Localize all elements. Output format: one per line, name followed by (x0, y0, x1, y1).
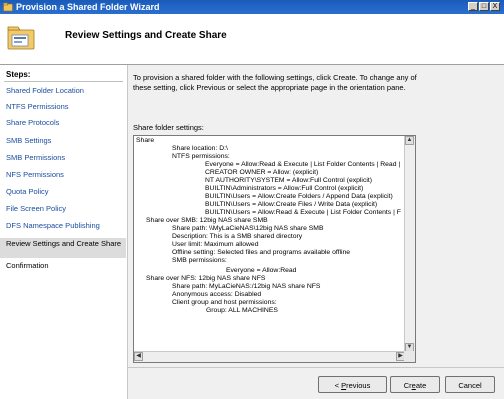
instructions-text: To provision a shared folder with the fo… (133, 73, 473, 93)
step-quota-policy[interactable]: Quota Policy (0, 187, 127, 196)
steps-pane: Steps: Shared Folder Location NTFS Permi… (0, 65, 128, 399)
cancel-button[interactable]: Cancel (445, 376, 495, 393)
settings-line: CREATOR OWNER = Allow: (explicit) (205, 169, 319, 176)
step-confirmation: Confirmation (6, 261, 49, 270)
scroll-left-arrow-icon[interactable]: ◀ (134, 352, 143, 361)
step-share-protocols[interactable]: Share Protocols (0, 118, 127, 127)
instructions-line-1: To provision a shared folder with the fo… (133, 73, 417, 82)
page-title: Review Settings and Create Share (65, 30, 227, 41)
settings-line: Everyone = Allow:Read & Execute | List F… (205, 161, 401, 168)
settings-line: Group: ALL MACHINES (206, 307, 278, 314)
settings-line: Share over NFS: 12big NAS share NFS (146, 275, 266, 282)
create-label-rest: ate (415, 381, 427, 390)
create-label-start: Cr (403, 381, 412, 390)
steps-divider (4, 81, 123, 82)
vertical-scrollbar[interactable]: ▲ ▼ (404, 136, 415, 352)
shared-folder-icon (7, 26, 35, 50)
maximize-button[interactable]: □ (479, 2, 489, 11)
scrollbar-corner (404, 351, 415, 362)
settings-line: Share location: D:\ (172, 145, 228, 152)
settings-line: NT AUTHORITY\SYSTEM = Allow:Full Control… (205, 177, 373, 184)
settings-line: Client group and host permissions: (172, 299, 277, 306)
step-shared-folder-location[interactable]: Shared Folder Location (0, 86, 127, 95)
settings-textbox[interactable]: Share Share location: D:\ NTFS permissio… (133, 135, 416, 363)
wizard-header: Review Settings and Create Share (0, 14, 504, 65)
wizard-icon (3, 2, 13, 12)
settings-line: Offline setting: Selected files and prog… (172, 249, 351, 256)
settings-line: User limit: Maximum allowed (172, 241, 259, 248)
settings-line: SMB permissions: (172, 257, 227, 264)
settings-line: BUILTIN\Users = Allow:Create Files / Wri… (205, 201, 378, 208)
close-button[interactable]: X (490, 2, 500, 11)
settings-line: Share path: MyLaCieNAS:/12big NAS share … (172, 283, 321, 290)
scroll-up-arrow-icon[interactable]: ▲ (405, 136, 414, 145)
step-smb-settings[interactable]: SMB Settings (0, 136, 127, 145)
horizontal-scrollbar[interactable]: ◀ ▶ (134, 351, 405, 362)
title-bar: Provision a Shared Folder Wizard _ □ X (0, 0, 504, 14)
minimize-button[interactable]: _ (468, 2, 478, 11)
step-dfs-namespace-publishing[interactable]: DFS Namespace Publishing (0, 221, 127, 230)
step-ntfs-permissions[interactable]: NTFS Permissions (0, 102, 127, 111)
previous-button[interactable]: < Previous (318, 376, 387, 393)
settings-line: Share over SMB: 12big NAS share SMB (146, 217, 268, 224)
settings-label: Share folder settings: (133, 123, 204, 132)
settings-line: Description: This is a SMB shared direct… (172, 233, 303, 240)
step-file-screen-policy[interactable]: File Screen Policy (0, 204, 127, 213)
window-title: Provision a Shared Folder Wizard (16, 2, 160, 12)
settings-line: Everyone = Allow:Read (226, 267, 297, 274)
settings-line: Share path: \\MyLaCieNAS\12big NAS share… (172, 225, 324, 232)
settings-line: BUILTIN\Users = Allow:Create Folders / A… (205, 193, 393, 200)
previous-label-rest: revious (346, 381, 371, 390)
steps-heading: Steps: (6, 70, 31, 79)
settings-line: NTFS permissions: (172, 153, 230, 160)
step-nfs-permissions[interactable]: NFS Permissions (0, 170, 127, 179)
settings-lines: Share Share location: D:\ NTFS permissio… (136, 136, 404, 348)
settings-line: Share (136, 137, 155, 144)
create-button[interactable]: Create (390, 376, 440, 393)
settings-line: BUILTIN\Administrators = Allow:Full Cont… (205, 185, 364, 192)
step-review-settings-active[interactable]: Review Settings and Create Share (0, 238, 126, 258)
instructions-line-2: these setting, click Previous or select … (133, 83, 406, 92)
settings-line: BUILTIN\Users = Allow:Read & Execute | L… (205, 209, 401, 216)
step-smb-permissions[interactable]: SMB Permissions (0, 153, 127, 162)
settings-line: Anonymous access: Disabled (172, 291, 262, 298)
footer-divider (127, 367, 504, 368)
